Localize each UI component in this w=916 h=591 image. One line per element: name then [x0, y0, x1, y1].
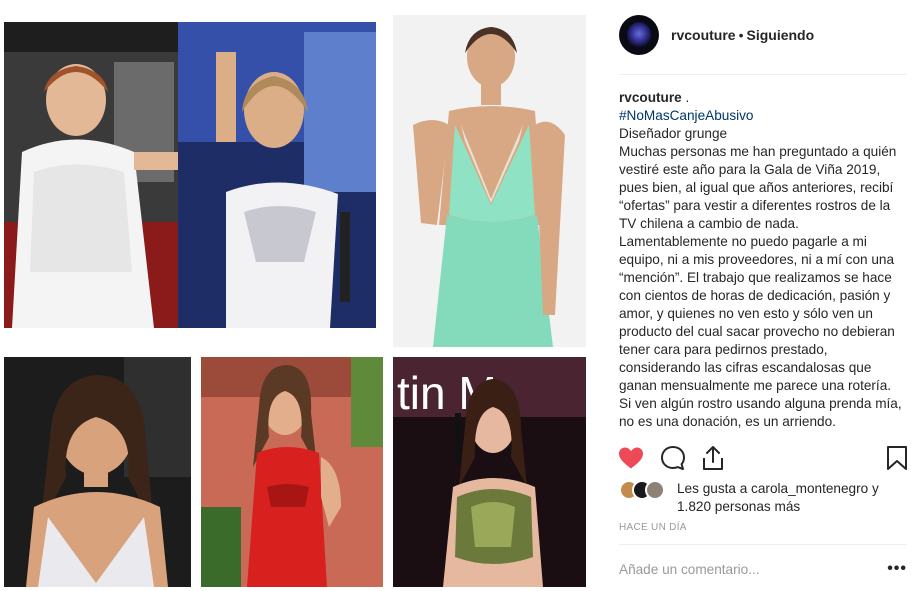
post-caption: rvcouture . #NoMasCanjeAbusivo Diseñador…: [619, 89, 907, 434]
post-actions: [617, 444, 909, 474]
caption-line: Si ven algún rostro usando alguna prenda…: [619, 396, 902, 429]
follow-status-button[interactable]: Siguiendo: [746, 27, 814, 43]
comment-input[interactable]: [619, 561, 883, 577]
photo-woman-mint-dress: [393, 15, 586, 347]
caption-line: Diseñador grunge: [619, 126, 728, 141]
hashtag-link[interactable]: #NoMasCanjeAbusivo: [619, 107, 907, 125]
comment-bubble-icon[interactable]: [659, 444, 687, 472]
separator-dot: •: [738, 27, 744, 43]
photo-woman-white-dress-pair: [4, 22, 376, 328]
post-image-collage[interactable]: tin M: [0, 0, 600, 591]
photo-woman-red-dress: [201, 357, 383, 587]
comment-form: •••: [619, 556, 907, 582]
post-header: rvcouture • Siguiendo: [619, 14, 814, 56]
post-side-panel: rvcouture • Siguiendo rvcouture . #NoMasCa…: [601, 0, 916, 591]
post-timestamp[interactable]: HACE UN DÍA: [619, 522, 687, 533]
avatar: [645, 480, 665, 500]
username-link[interactable]: rvcouture: [671, 27, 736, 43]
more-options-icon[interactable]: •••: [883, 560, 907, 578]
caption-line: Muchas personas me han preguntado a quié…: [619, 144, 897, 393]
avatar[interactable]: [619, 15, 659, 55]
photo-woman-white-beaded-dress: [4, 357, 191, 587]
liker-avatars[interactable]: [619, 480, 669, 500]
bookmark-icon[interactable]: [883, 444, 911, 472]
heart-icon[interactable]: [617, 444, 645, 472]
share-icon[interactable]: [699, 444, 727, 472]
likes-text[interactable]: Les gusta a carola_montenegro y 1.820 pe…: [677, 480, 909, 516]
header-text: rvcouture • Siguiendo: [671, 27, 814, 43]
photo-woman-gold-bustier: tin M: [393, 357, 586, 587]
divider: [619, 74, 907, 75]
caption-username-link[interactable]: rvcouture: [619, 90, 682, 105]
likes-summary: Les gusta a carola_montenegro y 1.820 pe…: [619, 480, 909, 516]
caption-username-suffix: .: [681, 90, 690, 105]
divider: [619, 544, 907, 545]
